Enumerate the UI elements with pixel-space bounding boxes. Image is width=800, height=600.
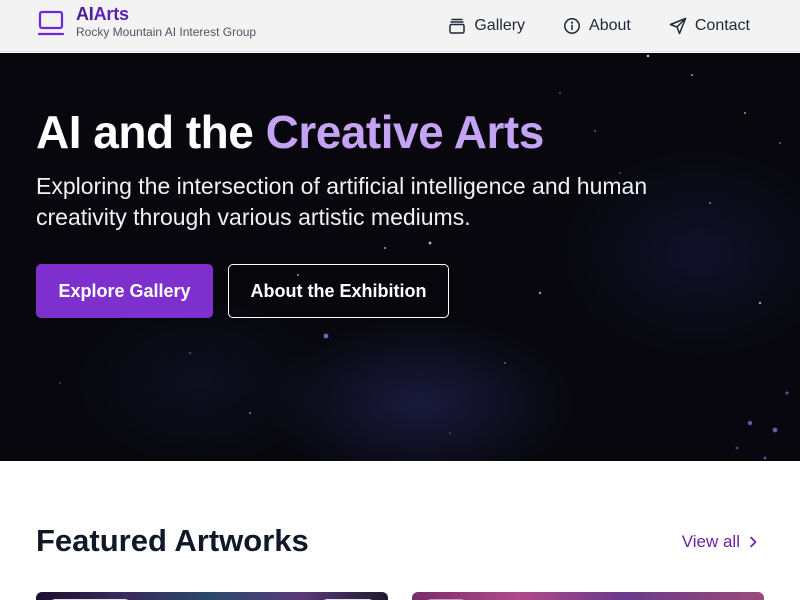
explore-gallery-button[interactable]: Explore Gallery bbox=[36, 264, 213, 318]
info-icon bbox=[564, 18, 580, 34]
brand-text: AIArts Rocky Mountain AI Interest Group bbox=[76, 5, 256, 38]
nav-item-contact[interactable]: Contact bbox=[669, 17, 750, 35]
main-nav: Gallery About Contact bbox=[448, 0, 750, 52]
brand-name-prefix: AI bbox=[76, 4, 94, 24]
hero-title-accent: Creative Arts bbox=[265, 106, 545, 158]
tv-icon bbox=[37, 10, 65, 35]
featured-section: Featured Artworks View all bbox=[0, 461, 800, 600]
view-all-link[interactable]: View all bbox=[682, 532, 760, 552]
view-all-label: View all bbox=[681, 532, 740, 551]
site-header: AIArts Rocky Mountain AI Interest Group … bbox=[0, 0, 800, 52]
artwork-card[interactable] bbox=[412, 592, 764, 600]
brand-name-suffix: Arts bbox=[93, 4, 129, 24]
nav-item-label: Gallery bbox=[474, 17, 526, 34]
nav-item-about[interactable]: About bbox=[563, 17, 631, 35]
hero-title-plain: AI and the bbox=[36, 106, 266, 158]
send-icon bbox=[669, 17, 687, 35]
section-title: Featured Artworks bbox=[36, 523, 309, 558]
hero-title: AI and the Creative Arts bbox=[36, 105, 544, 159]
gallery-icon bbox=[449, 18, 466, 34]
hero-section: AI and the Creative Arts Exploring the i… bbox=[0, 53, 800, 461]
hero-subtitle: Exploring the intersection of artificial… bbox=[36, 173, 648, 230]
nav-item-label: Contact bbox=[694, 17, 750, 34]
nav-item-gallery[interactable]: Gallery bbox=[448, 17, 525, 35]
chevron-right-icon bbox=[750, 536, 757, 548]
brand-link[interactable]: AIArts Rocky Mountain AI Interest Group bbox=[36, 5, 256, 38]
nav-item-label: About bbox=[589, 17, 631, 34]
about-exhibition-button[interactable]: About the Exhibition bbox=[228, 264, 449, 318]
brand-subtitle: Rocky Mountain AI Interest Group bbox=[76, 25, 257, 39]
brand-name: AIArts bbox=[76, 5, 256, 23]
artwork-card[interactable] bbox=[36, 592, 388, 600]
